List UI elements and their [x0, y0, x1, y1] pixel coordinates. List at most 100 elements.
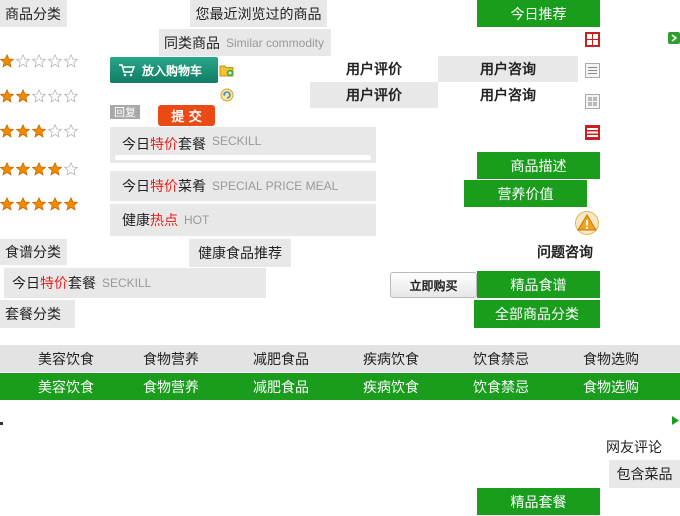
contains-dishes-tab[interactable]: 包含菜品: [609, 460, 680, 488]
nav-bar-gray: 美容饮食 食物营养 减肥食品 疾病饮食 饮食禁忌 食物选购: [0, 345, 680, 372]
nav-item[interactable]: 饮食禁忌: [446, 373, 556, 400]
set-meal-text: 套餐: [178, 137, 206, 153]
tab-nutrition[interactable]: 营养价值: [464, 180, 587, 207]
today-special-seckill-header: 今日 特价 套餐 SECKILL: [4, 268, 266, 298]
seckill-en: SECKILL: [102, 276, 152, 290]
today-recommend-tab[interactable]: 今日推荐: [477, 0, 600, 27]
nav-item[interactable]: 疾病饮食: [336, 345, 446, 372]
today-special-dish-header: 今日 特价 菜肴 SPECIAL PRICE MEAL: [110, 171, 376, 201]
star-rating[interactable]: [0, 162, 78, 176]
health-food-recommend-title: 健康食品推荐: [189, 239, 291, 267]
hot-en: HOT: [184, 213, 210, 227]
star-empty-icon[interactable]: [64, 89, 78, 103]
dot-marker: [0, 422, 3, 425]
star-empty-icon[interactable]: [64, 162, 78, 176]
recipe-category-title: 食谱分类: [0, 239, 67, 265]
triangle-right-icon[interactable]: [672, 416, 679, 425]
set-meal-text: 套餐: [68, 276, 96, 292]
nav-item[interactable]: 食物营养: [116, 345, 226, 372]
star-empty-icon[interactable]: [16, 54, 30, 68]
hot-text: 热点: [150, 213, 178, 229]
divider: [115, 155, 371, 160]
special-text: 特价: [40, 276, 68, 292]
special-text: 特价: [150, 179, 178, 195]
star-empty-icon[interactable]: [48, 89, 62, 103]
add-to-cart-button[interactable]: 放入购物车: [110, 57, 218, 83]
submit-button[interactable]: 提 交: [158, 105, 215, 126]
nav-item[interactable]: 减肥食品: [226, 345, 336, 372]
grid-red-icon[interactable]: [585, 32, 600, 47]
star-filled-icon[interactable]: [48, 197, 62, 211]
recent-viewed-title: 您最近浏览过的商品: [190, 0, 327, 27]
star-empty-icon[interactable]: [64, 124, 78, 138]
star-filled-icon[interactable]: [0, 124, 14, 138]
tab-all-categories[interactable]: 全部商品分类: [474, 300, 600, 328]
seckill-en: SECKILL: [212, 134, 262, 148]
nav-item[interactable]: 食物选购: [556, 373, 666, 400]
nav-item[interactable]: 饮食禁忌: [446, 345, 556, 372]
add-to-cart-label: 放入购物车: [142, 63, 203, 78]
star-filled-icon[interactable]: [0, 89, 14, 103]
reply-button[interactable]: 回复: [110, 105, 140, 119]
arrow-right-icon[interactable]: [668, 32, 680, 44]
star-empty-icon[interactable]: [48, 124, 62, 138]
tab-user-review-a[interactable]: 用户评价: [310, 56, 438, 82]
star-filled-icon[interactable]: [32, 124, 46, 138]
star-filled-icon[interactable]: [64, 197, 78, 211]
today-text: 今日: [12, 276, 40, 292]
dish-text: 菜肴: [178, 179, 206, 195]
star-filled-icon[interactable]: [32, 197, 46, 211]
star-filled-icon[interactable]: [0, 54, 14, 68]
list-gray-icon[interactable]: [585, 63, 600, 78]
tab-product-desc[interactable]: 商品描述: [477, 152, 600, 179]
nav-bar-green: 美容饮食 食物营养 减肥食品 疾病饮食 饮食禁忌 食物选购: [0, 373, 680, 400]
star-empty-icon[interactable]: [48, 54, 62, 68]
special-text: 特价: [150, 137, 178, 153]
cart-icon: [119, 64, 136, 77]
similar-commodity-title: 同类商品 Similar commodity: [159, 29, 331, 56]
star-filled-icon[interactable]: [16, 124, 30, 138]
meal-category-title: 套餐分类: [0, 300, 75, 328]
today-special-set-meal-header: 今日 特价 套餐 SECKILL: [110, 127, 376, 163]
star-filled-icon[interactable]: [16, 162, 30, 176]
similar-en: Similar commodity: [226, 35, 325, 50]
nav-item[interactable]: 美容饮食: [11, 373, 121, 400]
star-rating[interactable]: [0, 124, 78, 138]
buy-now-button[interactable]: 立即购买: [390, 272, 477, 298]
add-folder-icon[interactable]: [219, 63, 235, 78]
nav-item[interactable]: 减肥食品: [226, 373, 336, 400]
tab-fine-meal[interactable]: 精品套餐: [477, 488, 600, 515]
tab-user-consult-a[interactable]: 用户咨询: [438, 56, 578, 82]
health-text: 健康: [122, 213, 150, 229]
star-rating[interactable]: [0, 197, 78, 211]
today-text: 今日: [122, 137, 150, 153]
nav-item[interactable]: 美容饮食: [11, 345, 121, 372]
similar-cn: 同类商品: [164, 35, 220, 52]
refresh-icon[interactable]: [219, 87, 235, 103]
star-filled-icon[interactable]: [32, 162, 46, 176]
star-filled-icon[interactable]: [0, 197, 14, 211]
nav-item[interactable]: 食物选购: [556, 345, 666, 372]
star-filled-icon[interactable]: [16, 89, 30, 103]
warning-icon: [575, 211, 599, 235]
special-meal-en: SPECIAL PRICE MEAL: [212, 179, 339, 193]
category-title: 商品分类: [0, 0, 67, 27]
star-filled-icon[interactable]: [48, 162, 62, 176]
tab-user-review-b[interactable]: 用户评价: [310, 82, 438, 108]
health-hot-header: 健康 热点 HOT: [110, 204, 376, 236]
tab-user-consult-b[interactable]: 用户咨询: [438, 82, 578, 108]
star-filled-icon[interactable]: [16, 197, 30, 211]
nav-item[interactable]: 食物营养: [116, 373, 226, 400]
grid-gray-icon[interactable]: [585, 94, 600, 109]
star-rating[interactable]: [0, 89, 78, 103]
star-filled-icon[interactable]: [0, 162, 14, 176]
tab-fine-recipe[interactable]: 精品食谱: [477, 271, 600, 298]
star-empty-icon[interactable]: [32, 54, 46, 68]
nav-item[interactable]: 疾病饮食: [336, 373, 446, 400]
list-red-icon[interactable]: [585, 125, 600, 140]
star-empty-icon[interactable]: [32, 89, 46, 103]
today-text: 今日: [122, 179, 150, 195]
star-empty-icon[interactable]: [64, 54, 78, 68]
star-rating[interactable]: [0, 54, 78, 68]
question-consult-title: 问题咨询: [537, 245, 593, 261]
